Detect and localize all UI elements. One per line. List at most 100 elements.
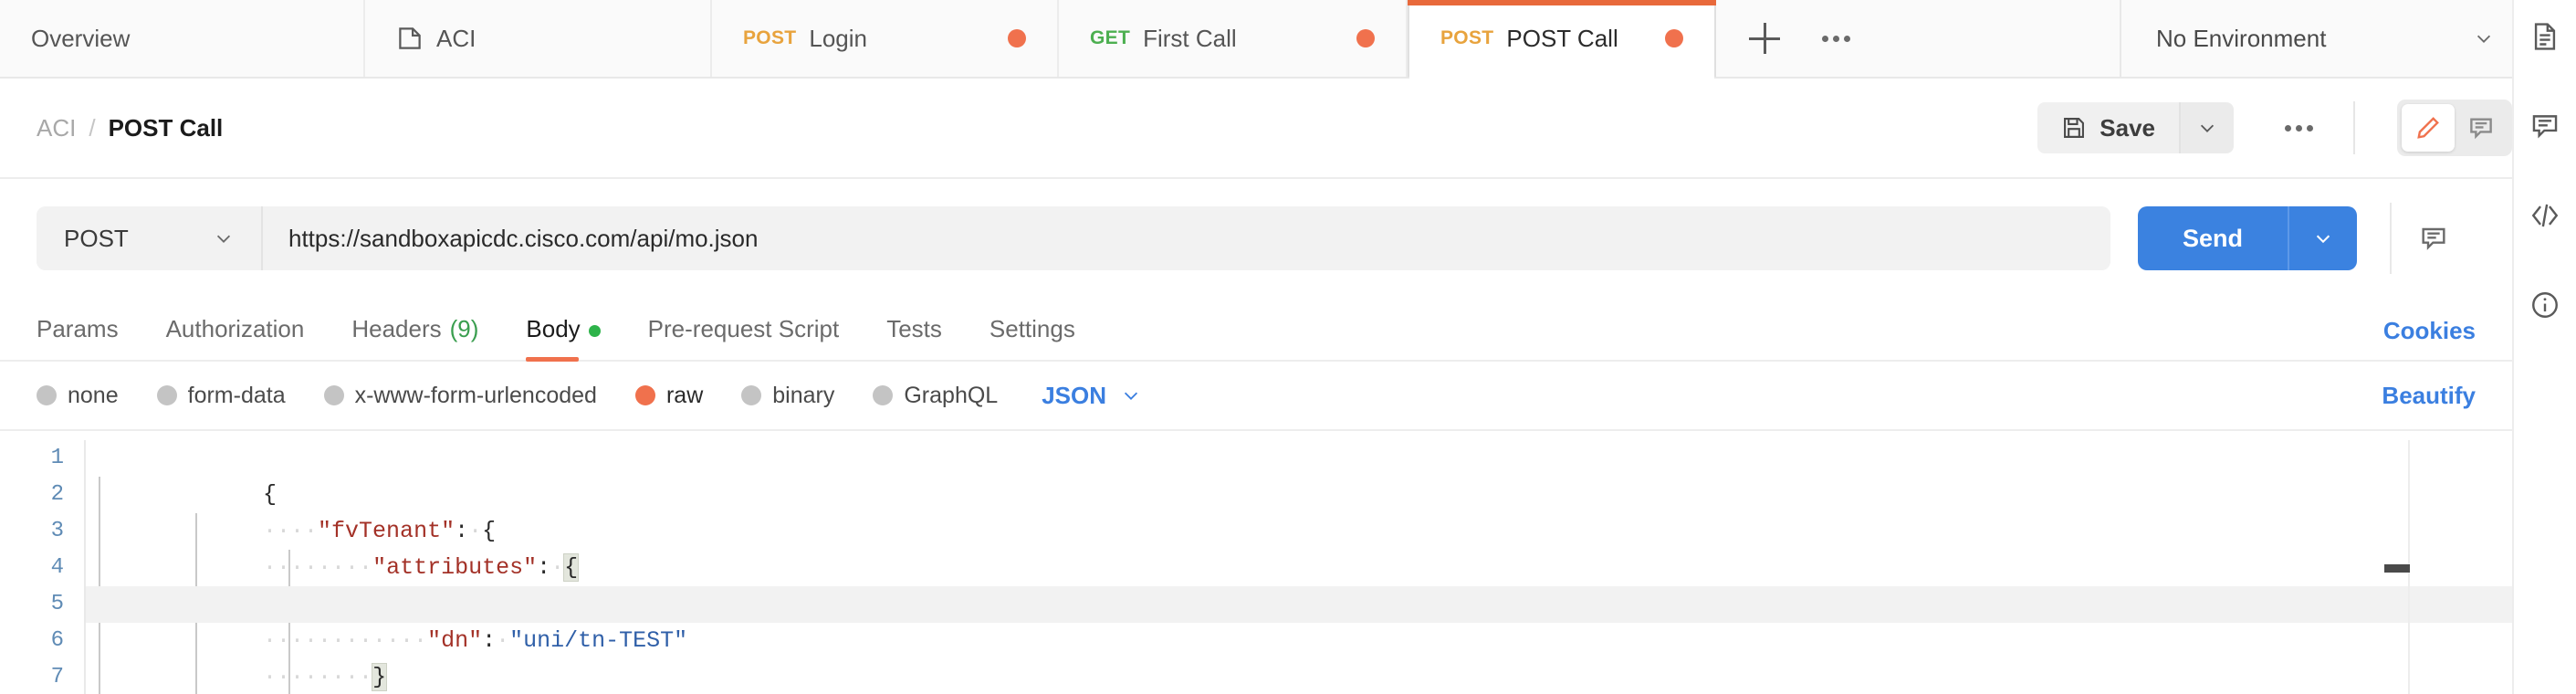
body-format-value: JSON [1042, 381, 1107, 409]
body-type-binary[interactable]: binary [741, 383, 834, 409]
url-bar: POST [37, 206, 2110, 270]
environment-selector[interactable]: No Environment [2156, 25, 2494, 53]
editor-line-numbers: 1 2 3 4 5 6 7 8 [0, 440, 84, 694]
tab-label: POST Call [1506, 24, 1618, 52]
tab-label: Params [37, 315, 119, 342]
send-options-button[interactable] [2288, 206, 2357, 270]
radio-label: x-www-form-urlencoded [354, 382, 597, 408]
body-format-selector[interactable]: JSON [1042, 382, 1141, 410]
comment-mode-button[interactable] [2455, 104, 2508, 152]
request-section-tabs: Params Authorization Headers (9) Body Pr… [0, 296, 2512, 362]
line-number: 7 [50, 665, 64, 689]
send-button[interactable]: Send [2138, 206, 2288, 270]
tab-body[interactable]: Body [526, 315, 601, 362]
body-type-none[interactable]: none [37, 383, 119, 409]
tab-tests[interactable]: Tests [886, 315, 942, 360]
sidebar-item-documentation[interactable] [2529, 16, 2560, 57]
chevron-down-icon [1124, 392, 1138, 400]
request-tab-bar: Overview ACI POST Login GET First Call P… [0, 0, 2576, 79]
sidebar-item-code[interactable] [2529, 195, 2560, 236]
url-bar-row: POST Send [0, 179, 2512, 296]
tab-method: POST [743, 27, 797, 48]
tab-label: Login [809, 24, 868, 52]
collection-icon [396, 25, 424, 52]
line-number: 2 [50, 482, 64, 507]
request-comment-button[interactable] [2392, 224, 2476, 253]
tab-login[interactable]: POST Login [712, 0, 1059, 77]
radio-indicator [323, 385, 344, 405]
save-button[interactable]: Save [2037, 102, 2179, 153]
edit-mode-button[interactable] [2402, 104, 2455, 152]
tab-label: Authorization [165, 315, 305, 342]
code-line-active[interactable]: ············"dn":·"uni/tn-TEST" [86, 586, 2512, 654]
body-present-indicator-dot [588, 325, 601, 337]
comment-icon [2422, 227, 2445, 250]
pencil-icon [2417, 117, 2439, 139]
body-type-form-data[interactable]: form-data [156, 382, 286, 409]
unsaved-indicator-dot[interactable] [1008, 29, 1026, 47]
url-input[interactable] [263, 206, 2110, 270]
code-line[interactable]: ········"attributes":·{ [86, 513, 2512, 582]
new-tab-button[interactable] [1749, 23, 1780, 54]
code-line[interactable]: ········} [86, 623, 2512, 691]
dot [2296, 124, 2302, 131]
environment-zone: No Environment [2120, 0, 2576, 77]
radio-label: none [68, 382, 119, 408]
body-type-raw[interactable]: raw [634, 383, 703, 409]
sidebar-item-info[interactable] [2529, 285, 2560, 325]
code-line[interactable]: ············"descr":·"TEST Tenant by API… [86, 550, 2512, 617]
beautify-link[interactable]: Beautify [2382, 382, 2476, 410]
dot [1822, 35, 1828, 42]
unsaved-indicator-dot[interactable] [1356, 29, 1375, 47]
tab-label: Overview [31, 24, 131, 52]
dot [2285, 124, 2291, 131]
send-button-group: Send [2138, 206, 2357, 270]
tab-label: First Call [1143, 24, 1237, 52]
tab-aci[interactable]: ACI [365, 0, 712, 77]
body-type-row: none form-data x-www-form-urlencoded raw… [0, 362, 2512, 431]
tab-bar-more-button[interactable] [1822, 35, 1850, 42]
body-type-x-www-form-urlencoded[interactable]: x-www-form-urlencoded [323, 382, 597, 409]
line-number: 3 [50, 519, 64, 543]
radio-label: GraphQL [904, 382, 999, 408]
radio-indicator [156, 385, 177, 405]
sidebar-item-comments[interactable] [2529, 106, 2560, 146]
environment-selected-label: No Environment [2156, 24, 2327, 52]
request-more-actions-button[interactable] [2254, 124, 2344, 131]
tab-headers[interactable]: Headers (9) [351, 315, 478, 360]
tab-overview[interactable]: Overview [0, 0, 365, 77]
editor-horizontal-scrollbar[interactable] [2384, 564, 2410, 573]
http-method-selector[interactable]: POST [37, 206, 263, 270]
tab-bar-actions [1716, 0, 2120, 77]
dot [1844, 35, 1850, 42]
breadcrumb-parent[interactable]: ACI [37, 114, 76, 142]
tab-authorization[interactable]: Authorization [166, 315, 305, 360]
radio-label: binary [772, 382, 835, 408]
editor-code-area[interactable]: { ····"fvTenant":·{ ········"attributes"… [84, 440, 2512, 694]
page-title: POST Call [108, 113, 224, 142]
radio-label: form-data [187, 382, 286, 408]
tab-label: Pre-request Script [647, 315, 840, 342]
request-body-editor[interactable]: 1 2 3 4 5 6 7 8 { [0, 431, 2512, 694]
code-line[interactable]: ····"fvTenant":·{ [86, 477, 2512, 544]
cookies-link[interactable]: Cookies [2383, 317, 2476, 360]
body-type-graphql[interactable]: GraphQL [873, 383, 998, 409]
tab-label: Settings [989, 315, 1075, 342]
tab-params[interactable]: Params [37, 315, 119, 360]
chevron-down-icon [2316, 235, 2330, 244]
tab-first-call[interactable]: GET First Call [1059, 0, 1408, 77]
request-editor-column: ACI / POST Call Save POST https://sandbo… [0, 79, 2512, 694]
tab-post-call[interactable]: POST POST Call [1408, 0, 1716, 79]
tab-label: Body [526, 315, 581, 342]
unsaved-indicator-dot[interactable] [1665, 29, 1683, 47]
tab-pre-request-script[interactable]: Pre-request Script [648, 315, 840, 360]
content-wrapper: ACI / POST Call Save POST https://sandbo… [0, 0, 2576, 694]
code-icon [2531, 204, 2559, 227]
code-line[interactable]: { [86, 440, 2512, 508]
toolbar-divider [2353, 101, 2355, 154]
radio-indicator [873, 385, 894, 405]
code-line[interactable]: ····} [86, 659, 2512, 694]
save-options-button[interactable] [2179, 102, 2234, 153]
plus-icon [1749, 23, 1780, 54]
tab-settings[interactable]: Settings [990, 315, 1075, 360]
